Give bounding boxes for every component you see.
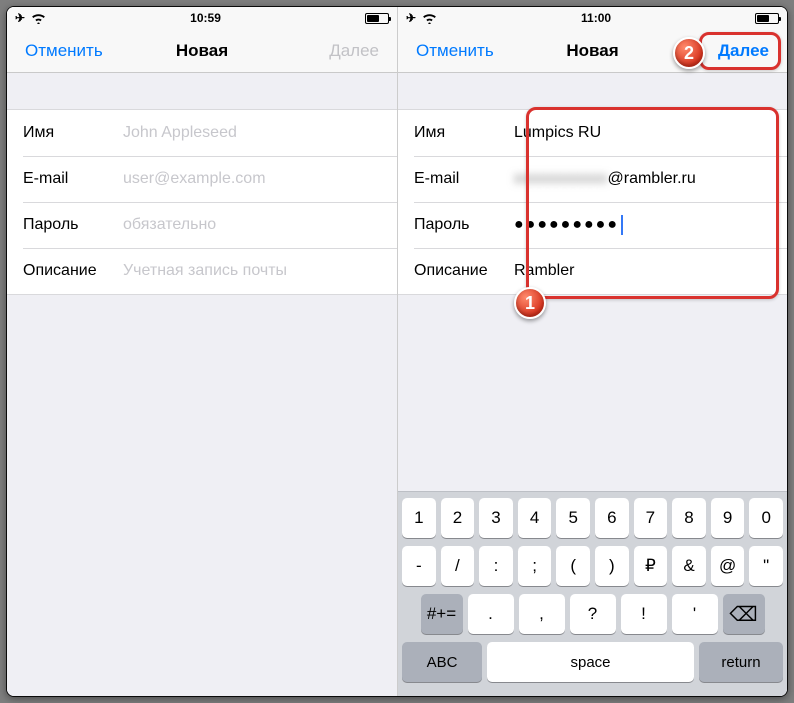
battery-icon: [365, 13, 389, 24]
description-field[interactable]: Rambler: [514, 262, 771, 280]
key-0[interactable]: 0: [749, 498, 783, 538]
key-7[interactable]: 7: [634, 498, 668, 538]
name-field[interactable]: [123, 114, 381, 152]
key-1[interactable]: 1: [402, 498, 436, 538]
email-field[interactable]: xxxxxxxxxxx @rambler.ru: [514, 170, 771, 188]
key-.[interactable]: .: [468, 594, 514, 634]
key-([interactable]: (: [556, 546, 590, 586]
key-![interactable]: !: [621, 594, 667, 634]
key-"[interactable]: ": [749, 546, 783, 586]
airplane-icon: ✈︎: [15, 11, 25, 25]
name-field[interactable]: Lumpics RU: [514, 124, 771, 142]
description-field[interactable]: [123, 252, 381, 290]
row-password: Пароль: [7, 202, 397, 248]
row-description: Описание Rambler: [398, 248, 787, 294]
row-email: E-mail xxxxxxxxxxx @rambler.ru: [398, 156, 787, 202]
row-password: Пароль ●●●●●●●●●: [398, 202, 787, 248]
key--[interactable]: -: [402, 546, 436, 586]
key-/[interactable]: /: [441, 546, 475, 586]
key-@[interactable]: @: [711, 546, 745, 586]
battery-icon: [755, 13, 779, 24]
key-:[interactable]: :: [479, 546, 513, 586]
account-form: Имя Lumpics RU E-mail xxxxxxxxxxx @rambl…: [398, 109, 787, 295]
key-return[interactable]: return: [699, 642, 783, 682]
key-4[interactable]: 4: [518, 498, 552, 538]
status-bar: ✈︎ 10:59: [7, 7, 397, 29]
text-cursor: [621, 215, 623, 235]
key-8[interactable]: 8: [672, 498, 706, 538]
row-name: Имя Lumpics RU: [398, 110, 787, 156]
callout-badge-2: 2: [673, 37, 705, 69]
status-time: 11:00: [581, 11, 611, 25]
airplane-icon: ✈︎: [406, 11, 416, 25]
key-6[interactable]: 6: [595, 498, 629, 538]
key-3[interactable]: 3: [479, 498, 513, 538]
status-time: 10:59: [190, 11, 221, 25]
key-abc[interactable]: ABC: [402, 642, 482, 682]
wifi-icon: [31, 13, 46, 24]
status-bar: ✈︎ 11:00: [398, 7, 787, 29]
key-)[interactable]: ): [595, 546, 629, 586]
row-email: E-mail: [7, 156, 397, 202]
nav-bar: Отменить Новая Далее: [398, 29, 787, 73]
password-field[interactable]: [123, 206, 381, 244]
row-name: Имя: [7, 110, 397, 156]
key-;[interactable]: ;: [518, 546, 552, 586]
cancel-button[interactable]: Отменить: [19, 37, 109, 65]
key-,[interactable]: ,: [519, 594, 565, 634]
nav-bar: Отменить Новая Далее: [7, 29, 397, 73]
key-&[interactable]: &: [672, 546, 706, 586]
email-field[interactable]: [123, 160, 381, 198]
keyboard: 1234567890 -/:;()₽&@" #+=.,?!'⌫ ABC spac…: [398, 491, 787, 696]
key-₽[interactable]: ₽: [634, 546, 668, 586]
screen-filled-form: ✈︎ 11:00 Отменить Новая Далее Имя Lumpic…: [397, 7, 787, 696]
key-9[interactable]: 9: [711, 498, 745, 538]
wifi-icon: [422, 13, 437, 24]
next-button[interactable]: Далее: [712, 37, 775, 65]
password-field[interactable]: ●●●●●●●●●: [514, 215, 771, 235]
screen-empty-form: ✈︎ 10:59 Отменить Новая Далее Имя E-mail: [7, 7, 397, 696]
row-description: Описание: [7, 248, 397, 294]
key-5[interactable]: 5: [556, 498, 590, 538]
next-button: Далее: [323, 37, 385, 65]
cancel-button[interactable]: Отменить: [410, 37, 500, 65]
key-2[interactable]: 2: [441, 498, 475, 538]
key-?[interactable]: ?: [570, 594, 616, 634]
callout-badge-1: 1: [514, 287, 546, 319]
key-backspace[interactable]: ⌫: [723, 594, 765, 634]
key-shift[interactable]: #+=: [421, 594, 463, 634]
key-space[interactable]: space: [487, 642, 694, 682]
account-form: Имя E-mail Пароль Описание: [7, 109, 397, 295]
key-'[interactable]: ': [672, 594, 718, 634]
